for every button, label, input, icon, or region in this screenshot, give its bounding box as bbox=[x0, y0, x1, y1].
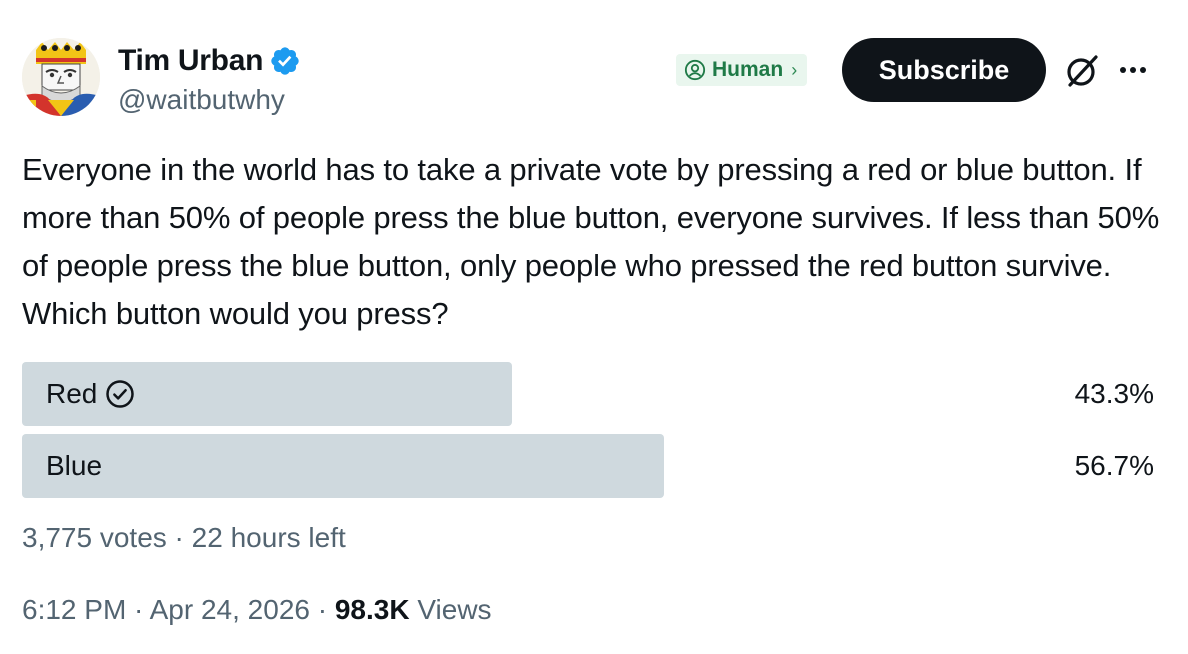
human-badge[interactable]: Human › bbox=[676, 54, 808, 86]
poll: Red 43.3% Blue 56.7% bbox=[22, 362, 1154, 506]
subscribe-button[interactable]: Subscribe bbox=[842, 38, 1046, 102]
meta-separator: · bbox=[309, 594, 335, 625]
poll-time-left: 22 hours left bbox=[191, 522, 346, 553]
author-name[interactable]: Tim Urban bbox=[118, 44, 263, 78]
more-icon[interactable] bbox=[1114, 52, 1152, 88]
tweet-meta: 6:12 PM · Apr 24, 2026 · 98.3K Views bbox=[22, 594, 492, 626]
human-badge-label: Human bbox=[712, 58, 784, 81]
person-circle-icon bbox=[684, 59, 706, 81]
poll-option-red[interactable]: Red 43.3% bbox=[22, 362, 1154, 426]
tweet-text: Everyone in the world has to take a priv… bbox=[22, 152, 1160, 331]
chevron-right-icon: › bbox=[791, 59, 798, 80]
tweet-date[interactable]: Apr 24, 2026 bbox=[150, 594, 310, 625]
meta-separator: · bbox=[126, 594, 150, 625]
poll-option-blue[interactable]: Blue 56.7% bbox=[22, 434, 1154, 498]
avatar[interactable] bbox=[22, 38, 100, 116]
author-handle[interactable]: @waitbutwhy bbox=[118, 84, 285, 116]
author-name-row: Tim Urban bbox=[118, 44, 301, 78]
poll-votes: 3,775 votes bbox=[22, 522, 167, 553]
poll-option-red-label: Red bbox=[46, 378, 98, 409]
tweet-header: Tim Urban @waitbutwhy Human › Subscribe bbox=[22, 38, 1172, 122]
views-count[interactable]: 98.3K bbox=[335, 594, 410, 625]
poll-meta: 3,775 votes · 22 hours left bbox=[22, 522, 346, 554]
verified-badge-icon[interactable] bbox=[269, 45, 301, 77]
tweet-time[interactable]: 6:12 PM bbox=[22, 594, 126, 625]
poll-bar-blue bbox=[22, 434, 664, 498]
poll-option-blue-percent: 56.7% bbox=[1074, 450, 1154, 481]
poll-separator: · bbox=[166, 522, 192, 553]
poll-option-label: Red bbox=[46, 362, 135, 426]
check-circle-icon bbox=[106, 380, 135, 408]
poll-option-blue-label: Blue bbox=[46, 450, 103, 481]
views-label: Views bbox=[417, 594, 492, 625]
grok-icon[interactable] bbox=[1062, 51, 1102, 91]
poll-option-label: Blue bbox=[46, 434, 102, 498]
poll-option-red-percent: 43.3% bbox=[1074, 378, 1154, 409]
king-playing-card-avatar-icon bbox=[22, 38, 100, 116]
